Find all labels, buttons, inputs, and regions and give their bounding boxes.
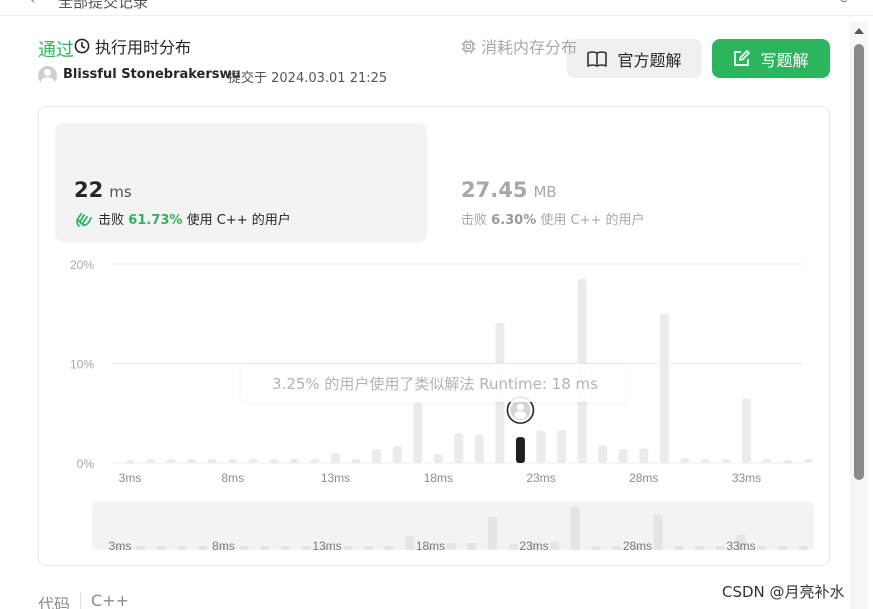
chart-bar	[742, 398, 751, 463]
chart-bar	[310, 459, 320, 464]
x-tick-label: 33ms	[732, 471, 761, 485]
x-tick-label: 18ms	[424, 471, 453, 485]
chart-bar	[598, 445, 608, 463]
scroll-up-arrow-icon[interactable]	[854, 28, 864, 34]
chart-bar	[762, 459, 772, 464]
navigator-bar	[550, 542, 560, 550]
chart-bar	[269, 459, 279, 464]
chart-bar	[557, 430, 567, 463]
navigator-bar	[301, 546, 311, 550]
navigator-bar	[715, 546, 725, 550]
chart-bar	[659, 313, 669, 463]
chart-bar	[187, 459, 197, 464]
chart-bar	[166, 459, 176, 464]
chart-bar	[413, 403, 423, 463]
x-tick-label: 8ms	[221, 471, 244, 485]
chart-bar	[433, 454, 443, 463]
navigator-bar	[384, 546, 394, 550]
navigator-bar	[570, 506, 580, 550]
navigator-bar	[363, 546, 373, 550]
x-tick-label: 13ms	[321, 471, 350, 485]
navigator-x-tick-label: 3ms	[109, 539, 132, 553]
navigator-bar	[239, 546, 249, 550]
chart-bar	[248, 459, 258, 464]
chart-bar	[618, 449, 628, 463]
navigator-x-tick-label: 28ms	[623, 539, 652, 553]
code-language: C++	[91, 591, 129, 609]
scrollbar[interactable]	[850, 22, 868, 609]
navigator-bar	[156, 546, 166, 550]
chart-bar	[207, 459, 217, 464]
navigator-bar	[777, 546, 787, 550]
chart-bar	[228, 459, 238, 464]
chart-navigator	[92, 502, 814, 550]
chart-bar	[700, 459, 710, 464]
code-header: 代码 C++	[38, 591, 129, 609]
watermark: CSDN @月亮补水	[722, 583, 845, 601]
y-tick-label: 0%	[77, 457, 95, 471]
navigator-x-tick-label: 18ms	[416, 539, 445, 553]
navigator-bar	[343, 546, 353, 550]
chart-bar	[392, 446, 402, 463]
navigator-x-tick-label: 13ms	[312, 539, 341, 553]
divider	[80, 593, 82, 609]
chart-bar-selected	[515, 437, 525, 463]
navigator-bar	[488, 516, 498, 550]
navigator-bar	[653, 514, 663, 550]
y-tick-label: 20%	[70, 258, 94, 272]
chart-bar	[146, 459, 156, 464]
navigator-bar	[136, 546, 146, 550]
chart-tooltip: 3.25% 的用户使用了类似解法 Runtime: 18 ms	[241, 364, 629, 402]
navigator-bar	[446, 542, 456, 550]
chart-bar	[721, 459, 731, 464]
chart-bar	[125, 460, 135, 465]
navigator-bar	[757, 546, 767, 550]
chart-bar	[536, 430, 546, 463]
chart-bar	[454, 433, 464, 463]
navigator-bar	[591, 545, 601, 550]
chart-bar	[803, 459, 813, 464]
x-tick-label: 3ms	[119, 471, 142, 485]
chart-bar	[289, 459, 299, 464]
chart-bar	[680, 458, 690, 463]
chart-bar	[783, 460, 793, 465]
x-tick-label: 28ms	[629, 471, 658, 485]
navigator-bar	[260, 546, 270, 550]
navigator-bar	[405, 535, 415, 550]
y-tick-label: 10%	[70, 358, 94, 372]
chart-bar	[474, 434, 484, 463]
user-marker-body	[514, 411, 527, 420]
chart-bar	[639, 448, 649, 463]
navigator-bar	[695, 546, 705, 550]
x-tick-label: 23ms	[526, 471, 555, 485]
navigator-bar	[612, 546, 622, 550]
scrollbar-thumb[interactable]	[854, 44, 864, 480]
chart-bar	[351, 459, 361, 464]
runtime-distribution-chart[interactable]: 20% 10% 0% 3ms 8ms 13ms 18ms 23ms 28ms 33ms 3ms 8ms…	[0, 0, 873, 609]
navigator-bar	[674, 546, 684, 550]
navigator-bar	[508, 543, 518, 550]
chart-bar	[331, 453, 340, 463]
user-marker-head	[516, 403, 524, 411]
navigator-bar	[798, 546, 808, 550]
chart-bar	[372, 449, 382, 463]
navigator-x-tick-label: 23ms	[519, 539, 548, 553]
navigator-bar	[281, 546, 291, 550]
navigator-bar	[177, 546, 187, 550]
navigator-x-tick-label: 8ms	[212, 539, 235, 553]
navigator-x-tick-label: 33ms	[726, 539, 755, 553]
code-label: 代码	[38, 595, 71, 609]
navigator-bar	[198, 546, 208, 550]
navigator-bar	[467, 543, 477, 550]
